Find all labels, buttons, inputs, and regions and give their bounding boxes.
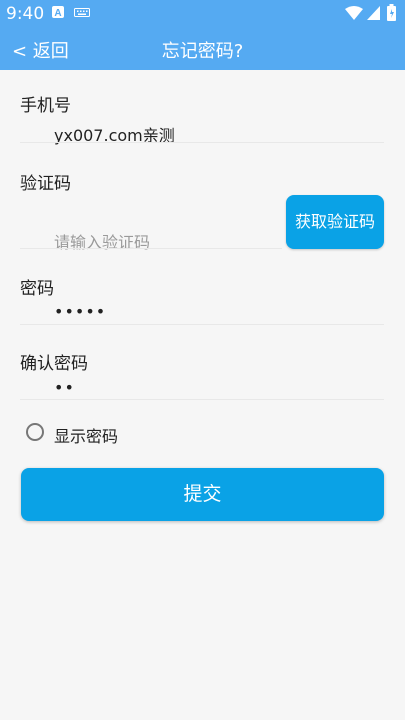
phone-label: 手机号 <box>20 96 71 116</box>
battery-icon <box>387 4 396 21</box>
show-password-radio[interactable] <box>26 423 44 441</box>
a-notification-icon: A <box>52 6 64 18</box>
password-label: 密码 <box>20 279 54 299</box>
app-bar: < 返回 忘记密码? <box>0 28 405 70</box>
password-field[interactable]: ••••• <box>54 302 106 321</box>
status-time: 9:40 <box>6 4 45 24</box>
confirm-password-field[interactable]: •• <box>54 378 75 397</box>
confirm-password-field-underline <box>20 399 384 400</box>
password-field-underline <box>20 324 384 325</box>
code-label: 验证码 <box>20 174 71 194</box>
keyboard-icon <box>74 8 90 17</box>
code-field-underline <box>20 248 282 249</box>
svg-text:A: A <box>54 8 61 18</box>
page-title: 忘记密码? <box>161 41 244 62</box>
phone-field-underline <box>20 142 384 143</box>
signal-icon <box>367 6 380 20</box>
confirm-password-label: 确认密码 <box>20 354 88 374</box>
submit-button[interactable]: 提交 <box>21 468 384 521</box>
get-code-button[interactable]: 获取验证码 <box>286 195 384 249</box>
status-bar: 9:40 A <box>0 0 405 28</box>
wifi-icon <box>345 6 363 20</box>
code-field[interactable]: 请输入验证码 <box>54 229 150 253</box>
show-password-label[interactable]: 显示密码 <box>54 423 118 447</box>
